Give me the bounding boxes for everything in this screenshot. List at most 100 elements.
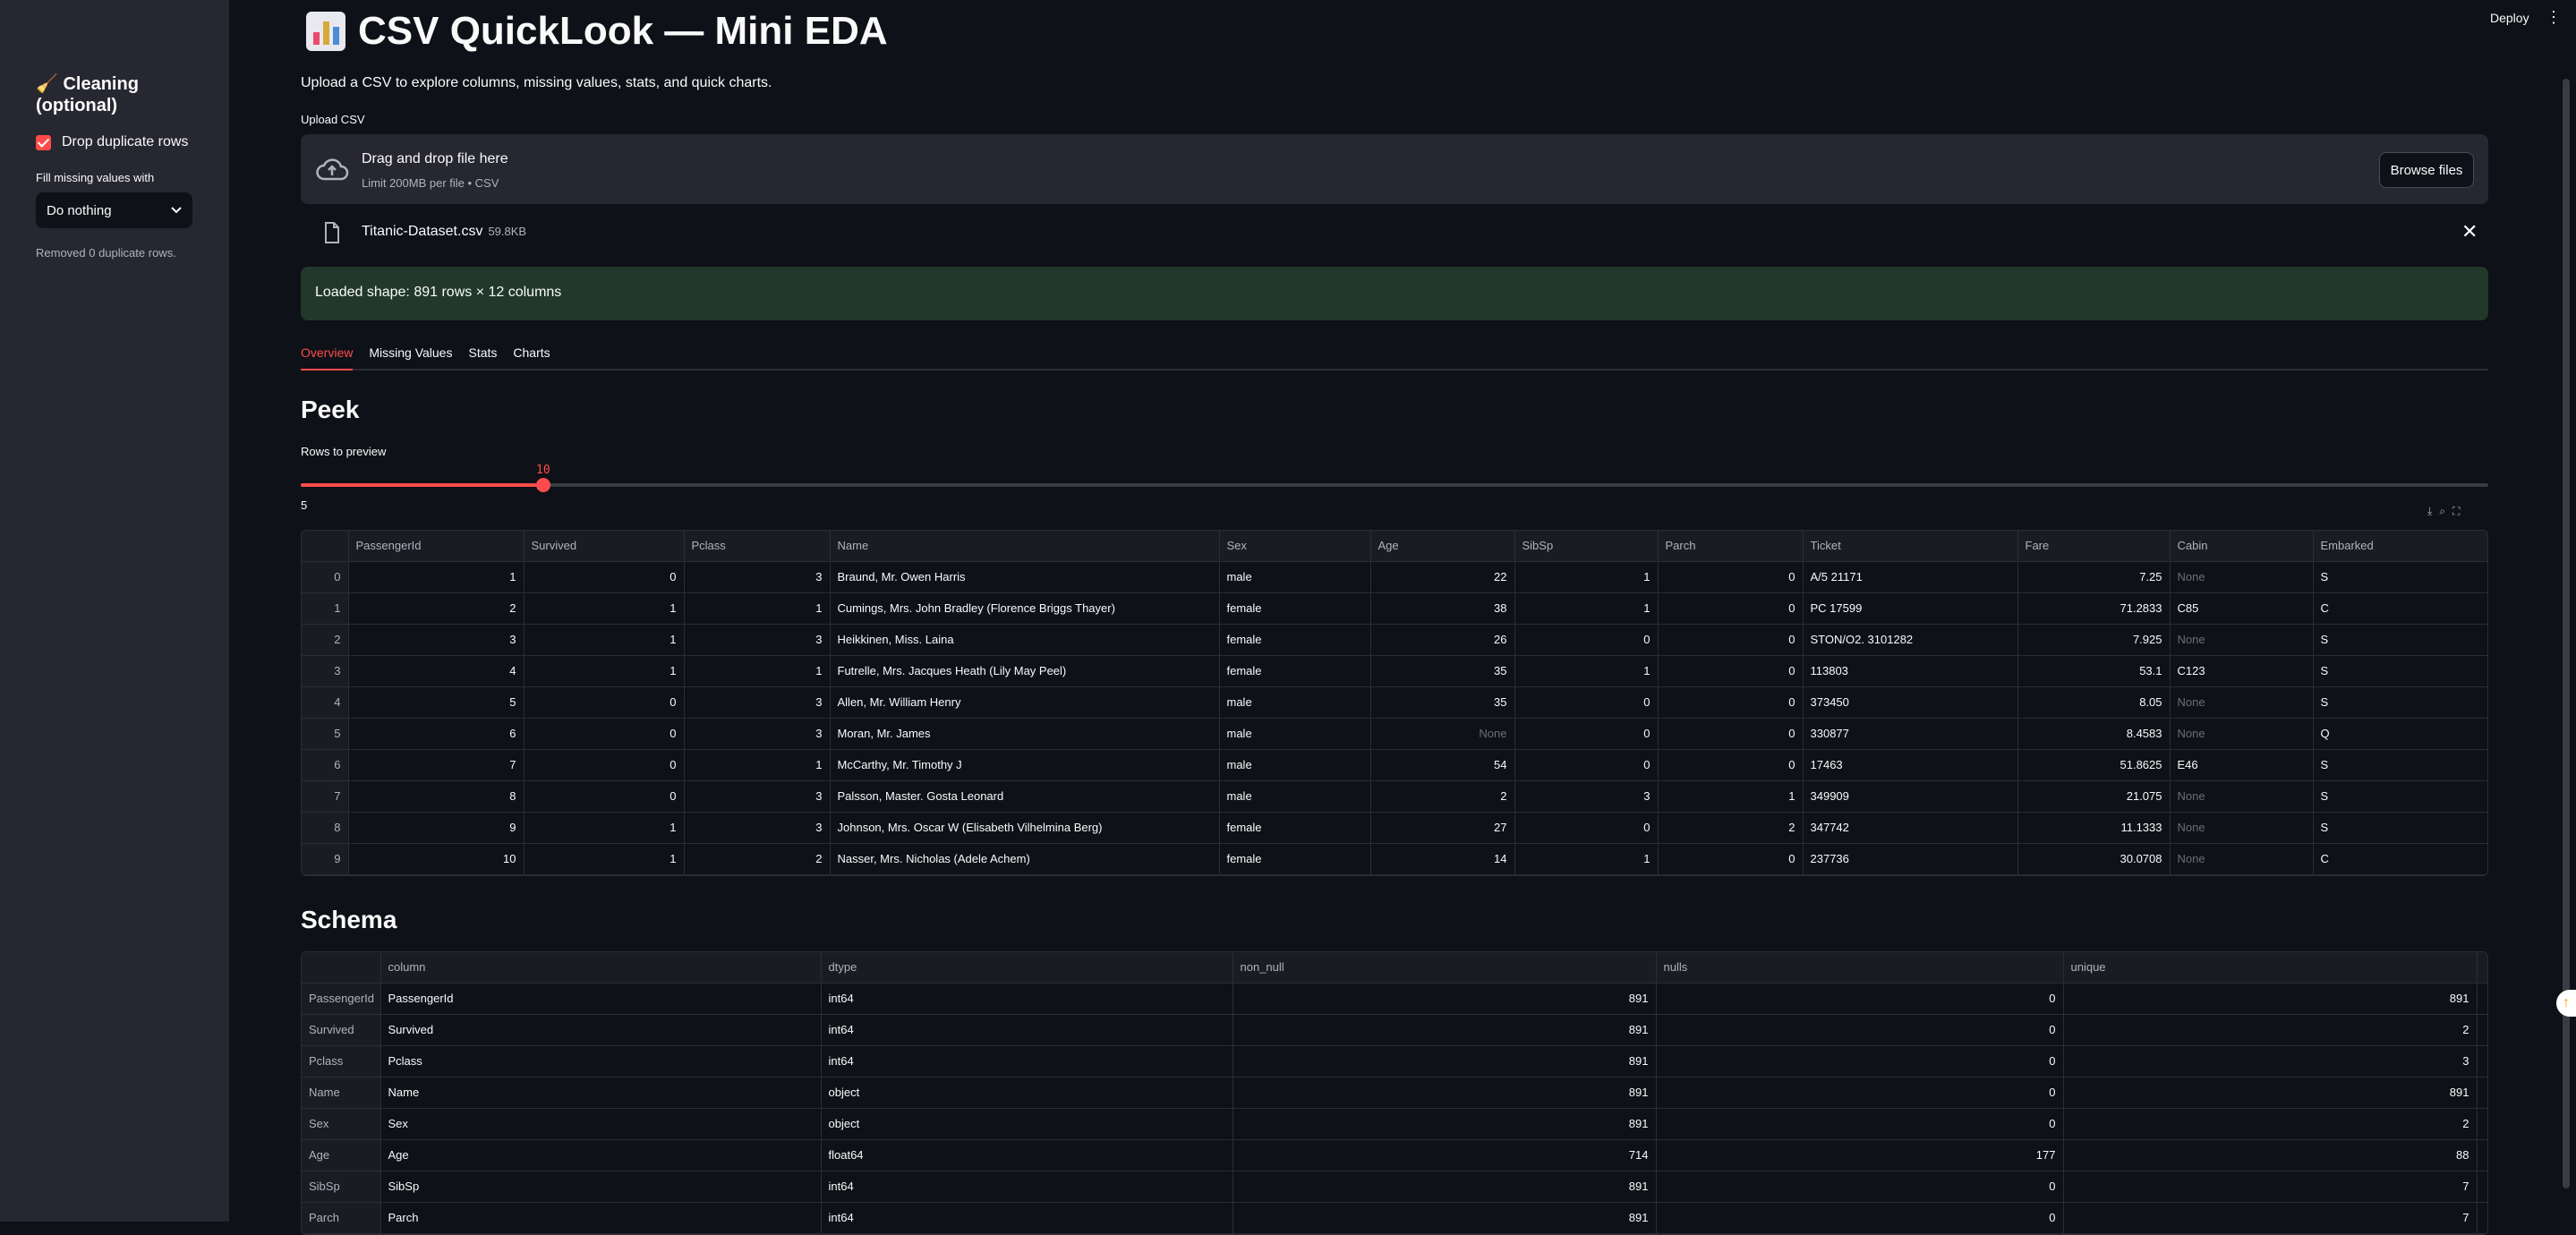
table-cell[interactable]: 891 [2063, 983, 2478, 1015]
peek-column-header[interactable]: Name [830, 531, 1220, 562]
table-cell[interactable]: 27 [1370, 812, 1515, 844]
table-cell[interactable]: PC 17599 [1803, 592, 2018, 625]
table-cell[interactable]: 0 [1514, 812, 1659, 844]
table-cell[interactable]: 7 [348, 749, 525, 781]
table-cell[interactable]: 891 [1233, 1014, 1657, 1046]
table-cell[interactable]: 0 [1656, 1171, 2064, 1203]
schema-column-header[interactable]: non_null [1233, 952, 1657, 984]
table-cell[interactable]: 891 [1233, 1108, 1657, 1140]
peek-column-header[interactable]: Parch [1658, 531, 1804, 562]
table-cell[interactable]: float64 [821, 1139, 1233, 1171]
table-cell[interactable]: 2 [1658, 812, 1804, 844]
table-row[interactable]: Parch Parch int64 891 0 7 [302, 1202, 2487, 1234]
table-cell[interactable]: int64 [821, 1171, 1233, 1203]
table-cell[interactable]: 891 [1233, 1202, 1657, 1234]
table-cell[interactable]: 0 [1656, 1108, 2064, 1140]
deploy-button[interactable]: Deploy [2490, 11, 2529, 25]
table-cell[interactable]: object [821, 1077, 1233, 1109]
table-row[interactable]: 8 9 1 3 Johnson, Mrs. Oscar W (Elisabeth Vil… [302, 812, 2487, 844]
table-cell[interactable]: 26 [1370, 624, 1515, 656]
table-cell[interactable]: female [1219, 624, 1371, 656]
table-cell[interactable]: 7.925 [2017, 624, 2171, 656]
table-row[interactable]: 4 5 0 3 Allen, Mr. William Henry male 35 0 0 3734… [302, 686, 2487, 719]
table-cell[interactable]: Johnson, Mrs. Oscar W (Elisabeth Vilhelm… [830, 812, 1220, 844]
table-cell[interactable]: 0 [524, 686, 685, 719]
table-cell[interactable]: 0 [1656, 1014, 2064, 1046]
table-cell[interactable]: 0 [1658, 686, 1804, 719]
table-cell[interactable]: Name [380, 1077, 822, 1109]
schema-column-header[interactable]: nulls [1656, 952, 2064, 984]
file-dropzone[interactable]: Drag and drop file here Limit 200MB per … [301, 134, 2488, 204]
status-widget-icon[interactable]: ↑ [2556, 990, 2576, 1017]
table-cell[interactable]: 0 [524, 780, 685, 813]
table-cell[interactable]: Pclass [380, 1045, 822, 1077]
table-cell[interactable]: 1 [684, 592, 831, 625]
table-row[interactable]: Pclass Pclass int64 891 0 3 [302, 1045, 2487, 1077]
table-cell[interactable]: 1 [1658, 780, 1804, 813]
tab-overview[interactable]: Overview [301, 342, 354, 370]
table-cell[interactable]: 6 [348, 718, 525, 750]
table-cell[interactable]: Allen, Mr. William Henry [830, 686, 1220, 719]
table-cell[interactable]: 1 [684, 749, 831, 781]
table-cell[interactable]: E46 [2170, 749, 2314, 781]
peek-column-header[interactable]: SibSp [1514, 531, 1659, 562]
table-row[interactable]: Sex Sex object 891 0 2 [302, 1108, 2487, 1140]
tab-stats[interactable]: Stats [468, 342, 497, 370]
search-icon[interactable]: ⌕ [2439, 505, 2445, 518]
table-cell[interactable]: Survived [380, 1014, 822, 1046]
table-cell[interactable]: 1 [524, 812, 685, 844]
table-cell[interactable]: 3 [684, 686, 831, 719]
table-cell[interactable]: 2 [1370, 780, 1515, 813]
table-cell[interactable]: McCarthy, Mr. Timothy J [830, 749, 1220, 781]
table-cell[interactable]: 21.075 [2017, 780, 2171, 813]
table-cell[interactable]: 1 [348, 561, 525, 593]
table-cell[interactable]: None [2170, 718, 2314, 750]
table-cell[interactable]: 17463 [1803, 749, 2018, 781]
table-cell[interactable]: 1 [1514, 592, 1659, 625]
table-cell[interactable]: 5 [348, 686, 525, 719]
table-cell[interactable]: 22 [1370, 561, 1515, 593]
table-cell[interactable]: Heikkinen, Miss. Laina [830, 624, 1220, 656]
table-cell[interactable]: 0 [1514, 718, 1659, 750]
table-cell[interactable]: 0 [1658, 592, 1804, 625]
table-cell[interactable]: 0 [524, 718, 685, 750]
table-cell[interactable]: Nasser, Mrs. Nicholas (Adele Achem) [830, 843, 1220, 875]
table-cell[interactable]: S [2313, 780, 2487, 813]
table-cell[interactable]: None [2170, 780, 2314, 813]
table-cell[interactable]: 8.05 [2017, 686, 2171, 719]
table-cell[interactable]: 54 [1370, 749, 1515, 781]
table-cell[interactable]: 373450 [1803, 686, 2018, 719]
table-cell[interactable]: int64 [821, 1045, 1233, 1077]
peek-column-header[interactable]: PassengerId [348, 531, 525, 562]
table-cell[interactable]: PassengerId [380, 983, 822, 1015]
table-row[interactable]: 2 3 1 3 Heikkinen, Miss. Laina female 26 0 0 STON… [302, 624, 2487, 656]
peek-column-header[interactable]: Age [1370, 531, 1515, 562]
table-cell[interactable]: None [2170, 624, 2314, 656]
table-cell[interactable]: S [2313, 812, 2487, 844]
table-cell[interactable]: None [2170, 812, 2314, 844]
fullscreen-icon[interactable]: ⛶ [2452, 505, 2460, 518]
schema-column-header[interactable]: column [380, 952, 822, 984]
table-cell[interactable]: S [2313, 624, 2487, 656]
table-cell[interactable]: 0 [524, 561, 685, 593]
table-cell[interactable]: 3 [684, 561, 831, 593]
table-cell[interactable]: None [2170, 561, 2314, 593]
peek-dataframe[interactable]: PassengerId Survived Pclass Name Sex Age SibSp… [301, 530, 2488, 876]
peek-column-header[interactable] [302, 531, 349, 562]
table-cell[interactable]: 1 [684, 655, 831, 687]
table-cell[interactable]: 891 [1233, 1077, 1657, 1109]
table-cell[interactable]: female [1219, 655, 1371, 687]
table-cell[interactable]: 3 [684, 780, 831, 813]
table-cell[interactable]: 9 [348, 812, 525, 844]
table-cell[interactable]: None [1370, 718, 1515, 750]
table-cell[interactable]: Age [380, 1139, 822, 1171]
table-row[interactable]: Age Age float64 714 177 88 [302, 1139, 2487, 1171]
table-cell[interactable]: S [2313, 561, 2487, 593]
checkbox-checked-icon[interactable] [36, 134, 51, 150]
table-row[interactable]: PassengerId PassengerId int64 891 0 891 [302, 983, 2487, 1015]
table-cell[interactable]: 891 [1233, 1045, 1657, 1077]
table-cell[interactable]: 14 [1370, 843, 1515, 875]
table-row[interactable]: 9 10 1 2 Nasser, Mrs. Nicholas (Adele Achem)… [302, 843, 2487, 875]
table-cell[interactable]: 3 [684, 812, 831, 844]
table-row[interactable]: 0 1 0 3 Braund, Mr. Owen Harris male 22 1 0 A/5 2… [302, 561, 2487, 593]
